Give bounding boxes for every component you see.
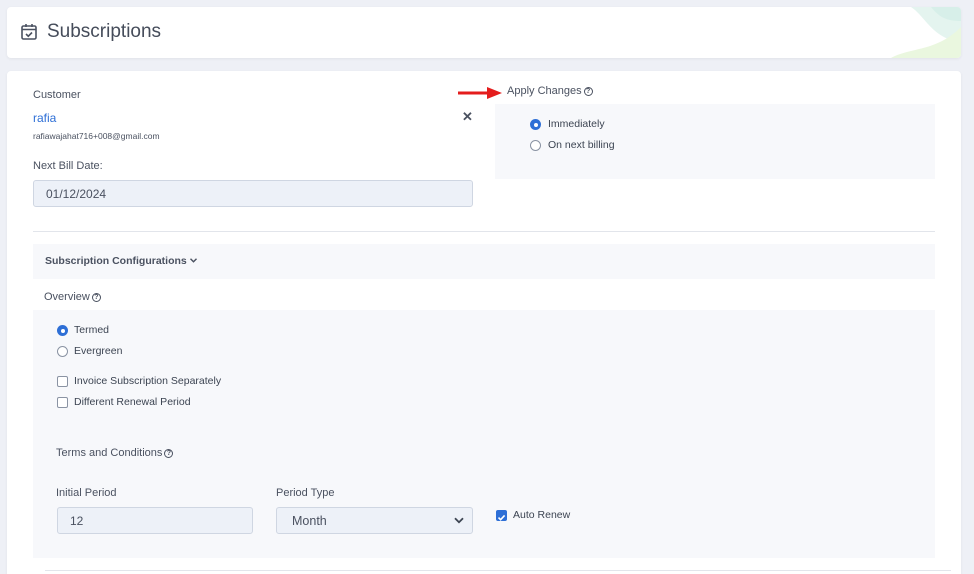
- close-icon[interactable]: ✕: [462, 109, 473, 125]
- header-decoration: [891, 7, 961, 58]
- help-icon[interactable]: ?: [164, 449, 174, 458]
- radio-immediately[interactable]: [530, 119, 541, 130]
- section-divider: [33, 231, 935, 232]
- initial-period-input[interactable]: 12: [57, 507, 253, 534]
- checkbox-auto-renew[interactable]: [496, 510, 507, 521]
- chevron-down-icon: [454, 517, 464, 524]
- overview-label: Overview?: [44, 291, 101, 303]
- radio-immediately-label: Immediately: [548, 118, 605, 130]
- period-type-value: Month: [292, 513, 327, 528]
- checkbox-invoice-separately[interactable]: [57, 376, 68, 387]
- calendar-check-icon: [21, 24, 37, 40]
- terms-label-text: Terms and Conditions: [56, 447, 163, 459]
- page-title: Subscriptions: [47, 21, 162, 42]
- apply-changes-label: Apply Changes?: [507, 85, 593, 97]
- checkbox-different-renewal-label: Different Renewal Period: [74, 396, 191, 408]
- check-icon: [497, 514, 506, 521]
- help-icon[interactable]: ?: [583, 87, 593, 96]
- initial-period-label: Initial Period: [56, 487, 117, 499]
- customer-email: rafiawajahat716+008@gmail.com: [33, 131, 160, 141]
- chevron-down-icon: [189, 258, 197, 263]
- period-type-label: Period Type: [276, 487, 335, 499]
- red-arrow-annotation: [458, 87, 502, 99]
- checkbox-invoice-separately-label: Invoice Subscription Separately: [74, 375, 222, 387]
- radio-termed-label: Termed: [74, 324, 110, 336]
- apply-changes-label-text: Apply Changes: [507, 85, 582, 97]
- checkbox-different-renewal[interactable]: [57, 397, 68, 408]
- next-bill-date-value: 01/12/2024: [46, 186, 107, 201]
- customer-name-link[interactable]: rafia: [33, 111, 56, 125]
- customer-label: Customer: [33, 89, 81, 101]
- radio-on-next-billing[interactable]: [530, 140, 541, 151]
- period-type-select[interactable]: Month: [276, 507, 473, 534]
- initial-period-value: 12: [70, 513, 84, 528]
- subscription-config-label-text: Subscription Configurations: [45, 255, 187, 267]
- bottom-divider: [45, 570, 951, 571]
- checkbox-auto-renew-label: Auto Renew: [513, 509, 571, 521]
- next-bill-date-label: Next Bill Date:: [33, 160, 103, 172]
- help-icon[interactable]: ?: [91, 293, 101, 302]
- page-header: Subscriptions: [7, 7, 961, 58]
- radio-termed[interactable]: [57, 325, 68, 336]
- terms-label: Terms and Conditions?: [56, 447, 174, 459]
- radio-evergreen[interactable]: [57, 346, 68, 357]
- radio-evergreen-label: Evergreen: [74, 345, 123, 357]
- overview-label-text: Overview: [44, 291, 90, 303]
- subscription-config-label[interactable]: Subscription Configurations: [45, 255, 197, 267]
- radio-on-next-billing-label: On next billing: [548, 139, 615, 151]
- next-bill-date-input[interactable]: 01/12/2024: [33, 180, 473, 207]
